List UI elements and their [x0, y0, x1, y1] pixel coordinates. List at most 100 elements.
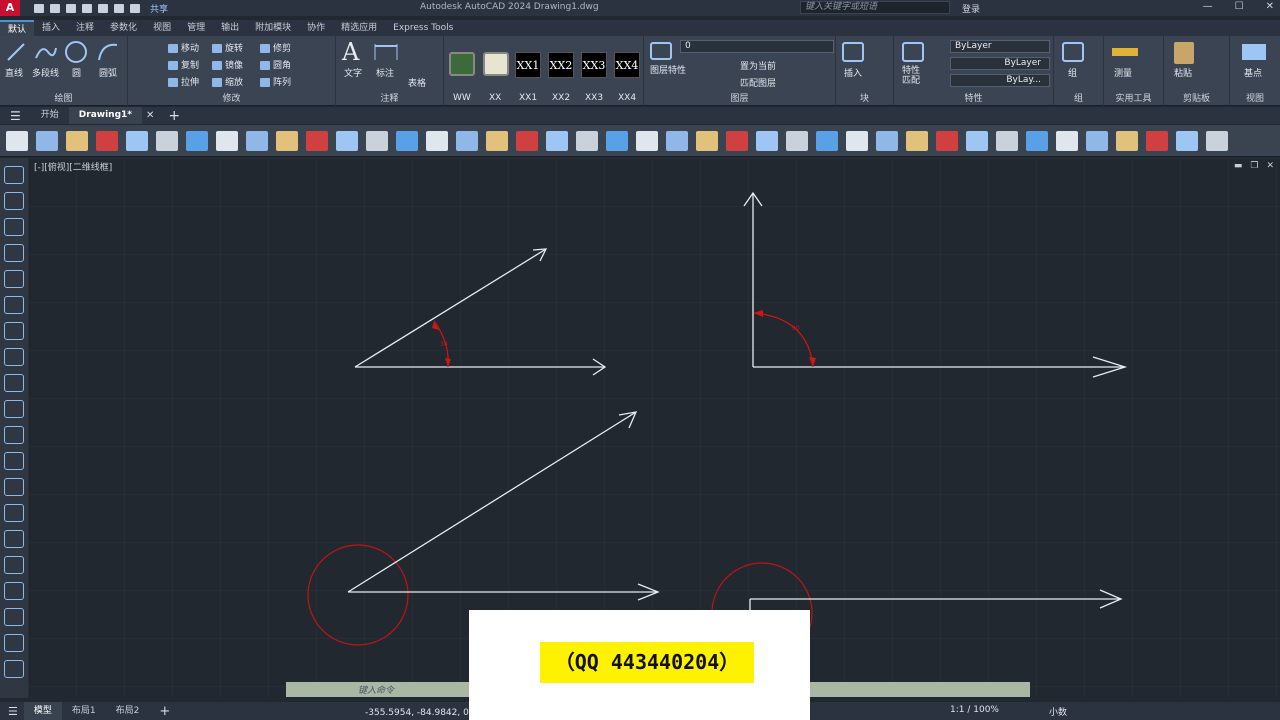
arc-icon[interactable] — [96, 40, 120, 64]
annotation-panel-label[interactable]: 注释 — [336, 91, 443, 104]
circle-icon[interactable] — [64, 40, 88, 64]
x-icon[interactable] — [816, 131, 838, 151]
close-tab-icon[interactable]: ✕ — [146, 110, 154, 121]
redo-icon[interactable] — [396, 131, 418, 151]
design-center-icon[interactable] — [576, 131, 598, 151]
zoom-realtime-icon[interactable] — [456, 131, 478, 151]
new-tab-icon[interactable]: + — [168, 108, 180, 124]
insert-block-icon[interactable] — [4, 452, 24, 470]
paste-icon[interactable] — [1174, 42, 1194, 64]
linetype-dropdown[interactable]: ByLayer — [950, 57, 1050, 70]
ribbon-tab-10[interactable]: Express Tools — [385, 20, 461, 36]
plot-preview-icon[interactable] — [126, 131, 148, 151]
xx-image-icon[interactable] — [483, 52, 509, 76]
dimension-icon[interactable] — [373, 42, 399, 62]
open-icon[interactable] — [50, 3, 60, 13]
ribbon-tab-6[interactable]: 输出 — [213, 20, 247, 36]
color-dropdown[interactable]: ByLayer — [950, 40, 1050, 53]
insert-icon[interactable] — [842, 42, 864, 62]
viewport-controls-label[interactable]: [-][俯视][二维线框] — [34, 160, 112, 173]
save-as-icon[interactable] — [82, 3, 92, 13]
polyline-button[interactable]: 多段线 — [32, 66, 59, 79]
cut-icon[interactable] — [216, 131, 238, 151]
box1-icon[interactable] — [1026, 131, 1048, 151]
brush-icon[interactable] — [336, 131, 358, 151]
n-icon[interactable] — [726, 131, 748, 151]
view-panel-label[interactable]: 视图 — [1230, 91, 1280, 104]
save-icon[interactable] — [66, 3, 76, 13]
help-icon[interactable] — [996, 131, 1018, 151]
trim-button[interactable]: 修剪 — [260, 41, 291, 54]
base-view-icon[interactable] — [1242, 44, 1266, 60]
layer-properties-icon[interactable] — [650, 42, 672, 60]
ribbon-tab-3[interactable]: 参数化 — [102, 20, 145, 36]
xx3-box[interactable]: XX3 — [581, 52, 607, 78]
layers-panel-label[interactable]: 图层 — [644, 91, 835, 104]
xx4-box[interactable]: XX4 — [614, 52, 640, 78]
save-icon[interactable] — [66, 131, 88, 151]
line-button[interactable]: 直线 — [5, 66, 23, 79]
zoom-previous-icon[interactable] — [516, 131, 538, 151]
image-icon[interactable] — [756, 131, 778, 151]
ww-image-icon[interactable] — [449, 52, 475, 76]
dimension-button[interactable]: 标注 — [376, 66, 394, 79]
base-view-button[interactable]: 基点 — [1244, 66, 1262, 79]
polygon-icon[interactable] — [4, 244, 24, 262]
rectangle-icon[interactable] — [4, 270, 24, 288]
hatch-icon[interactable] — [4, 530, 24, 548]
lineweight-dropdown[interactable]: ByLay... — [950, 74, 1050, 87]
modify-panel-label[interactable]: 修改 — [128, 91, 335, 104]
new-icon[interactable] — [6, 131, 28, 151]
hand-icon[interactable] — [966, 131, 988, 151]
pencil-icon[interactable] — [846, 131, 868, 151]
tab-start[interactable]: 开始 — [31, 107, 69, 124]
spline-icon[interactable] — [4, 374, 24, 392]
new-icon[interactable] — [34, 3, 44, 13]
steam-icon[interactable] — [906, 131, 928, 151]
ribbon-tab-9[interactable]: 精选应用 — [333, 20, 385, 36]
group-button[interactable]: 组 — [1068, 66, 1077, 79]
utilities-panel-label[interactable]: 实用工具 — [1104, 91, 1163, 104]
insert-button[interactable]: 插入 — [844, 66, 862, 79]
region-icon[interactable] — [4, 582, 24, 600]
table-button[interactable]: 表格 — [408, 76, 426, 89]
ellipse-icon[interactable] — [4, 400, 24, 418]
vp-close-icon[interactable]: ✕ — [1266, 161, 1274, 171]
rotate-button[interactable]: 旋转 — [212, 41, 243, 54]
groups-panel-label[interactable]: 组 — [1054, 91, 1103, 104]
sheet-set-icon[interactable] — [636, 131, 658, 151]
polyline-icon[interactable] — [4, 218, 24, 236]
app-logo[interactable]: A — [0, 0, 20, 16]
box3-icon[interactable] — [1086, 131, 1108, 151]
table-icon[interactable] — [4, 608, 24, 626]
search-input[interactable]: 键入关键字或短语 — [800, 1, 950, 14]
arc-button[interactable]: 圆弧 — [99, 66, 117, 79]
measure-button[interactable]: 测量 — [1114, 66, 1132, 79]
tool-palettes-icon[interactable] — [606, 131, 628, 151]
calculator-icon[interactable] — [696, 131, 718, 151]
pan-icon[interactable] — [426, 131, 448, 151]
maximize-icon[interactable]: ☐ — [1235, 1, 1244, 12]
box6-icon[interactable] — [1176, 131, 1198, 151]
revcloud-icon[interactable] — [4, 348, 24, 366]
stretch-button[interactable]: 拉伸 — [168, 75, 199, 88]
publish-icon[interactable] — [156, 131, 178, 151]
xx1-box[interactable]: XX1 — [515, 52, 541, 78]
point-icon[interactable] — [4, 504, 24, 522]
ribbon-tab-0[interactable]: 默认 — [0, 20, 35, 36]
menu-icon[interactable]: ☰ — [10, 109, 21, 123]
fillet-button[interactable]: 圆角 — [260, 58, 291, 71]
ribbon-tab-1[interactable]: 插入 — [34, 20, 68, 36]
measure-icon[interactable] — [1112, 48, 1138, 56]
text-button[interactable]: 文字 — [344, 66, 362, 79]
undo-icon[interactable] — [114, 3, 124, 13]
properties-icon[interactable] — [546, 131, 568, 151]
circle-button[interactable]: 圆 — [72, 66, 81, 79]
match-properties-icon[interactable] — [902, 42, 924, 62]
share-button[interactable]: 共享 — [150, 2, 168, 15]
move-button[interactable]: 移动 — [168, 41, 199, 54]
line-icon[interactable] — [6, 42, 26, 62]
tab-model[interactable]: 模型 — [23, 702, 62, 720]
ribbon-tab-2[interactable]: 注释 — [68, 20, 102, 36]
ribbon-tab-5[interactable]: 管理 — [179, 20, 213, 36]
